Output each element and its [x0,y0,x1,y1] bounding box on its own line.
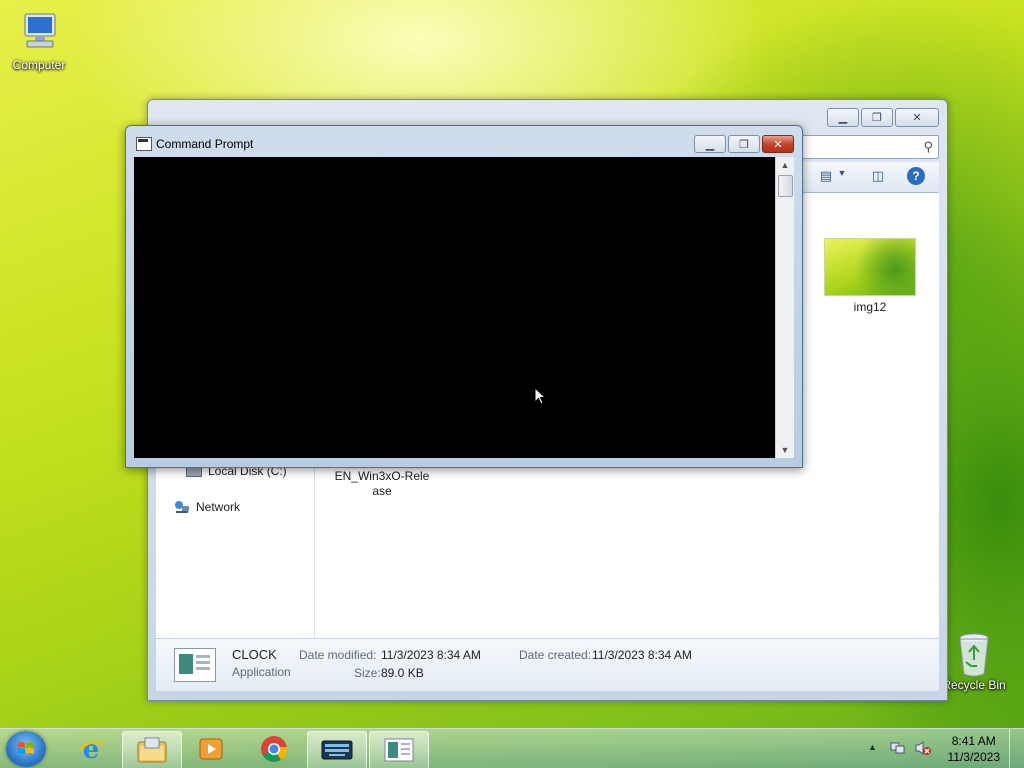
desktop-icon-label: Computer [12,58,66,72]
taskbar-file-explorer[interactable] [122,731,182,768]
application-icon [384,738,414,762]
media-player-icon [199,738,223,760]
details-created-value: 11/3/2023 8:34 AM [592,648,692,662]
vertical-scrollbar[interactable]: ▲ ▼ [775,157,794,458]
scroll-down-icon[interactable]: ▼ [776,442,794,458]
taskbar-chrome[interactable] [245,731,303,767]
restore-button[interactable]: ❐ [728,135,760,153]
taskbar-media-player[interactable] [182,731,240,767]
taskbar: e ▲ 8:41 AM 11/3/2023 [0,728,1024,768]
keyboard-icon [321,740,353,760]
minimize-button[interactable]: ▁ [827,108,859,127]
help-icon[interactable]: ? [907,167,925,185]
preview-pane-icon[interactable]: ◫ [869,168,887,184]
window-title: Command Prompt [156,137,254,151]
details-created-label: Date created: [519,648,592,662]
nav-item-label: Network [196,500,241,514]
network-tray-icon[interactable] [890,740,906,756]
taskbar-internet-explorer[interactable]: e [62,731,120,767]
details-modified-label: Date modified: [299,648,377,662]
start-button[interactable] [6,731,46,767]
chrome-icon [261,736,288,762]
desktop-icon-label: Recycle Bin [942,678,1006,692]
network-icon [174,500,190,514]
internet-explorer-icon: e [79,735,104,764]
explorer-window-controls: ▁ ❐ ✕ [827,108,939,127]
clock-time: 8:41 AM [951,734,996,748]
file-name: EN_Win3xO-Rele [334,469,430,483]
minimize-icon: ▁ [705,138,715,151]
image-thumbnail [824,238,916,296]
svg-text:e: e [83,735,100,764]
file-item-img12[interactable]: img12 [820,238,920,314]
details-pane: CLOCK Application Date modified: 11/3/20… [156,638,939,691]
restore-icon: ❐ [872,112,882,124]
taskbar-command-prompt[interactable] [307,731,367,768]
console-output[interactable] [134,157,775,458]
command-prompt-window[interactable]: Command Prompt ▁ ❐ ✕ ▲ ▼ [125,125,803,468]
recycle-bin-icon [952,630,996,677]
details-size-value: 89.0 KB [381,666,424,680]
details-size-label: Size: [354,666,381,680]
close-icon: ✕ [773,138,783,151]
restore-button[interactable]: ❐ [861,108,893,127]
mouse-pointer-icon [534,386,547,405]
nav-item-network[interactable]: Network [174,500,240,514]
show-desktop-button[interactable] [1009,729,1024,768]
desktop-icon-computer[interactable]: Computer [3,10,75,72]
close-icon: ✕ [912,112,922,124]
search-icon[interactable]: ⚲ [923,139,933,155]
taskbar-clock-app[interactable] [369,731,429,768]
file-name-continuation: ase [372,484,392,498]
details-file-type: Application [232,665,291,679]
console-icon[interactable] [136,137,152,151]
close-button[interactable]: ✕ [762,135,794,153]
details-file-name: CLOCK [232,647,277,662]
cmd-window-controls: ▁ ❐ ✕ [694,135,794,153]
folder-icon [137,737,167,763]
volume-muted-icon[interactable] [914,740,932,756]
file-item-en-win3xo-release[interactable]: EN_Win3xO-Rele ase [327,469,437,499]
chevron-down-icon[interactable]: ▼ [833,168,851,184]
close-button[interactable]: ✕ [895,108,939,127]
windows-logo-icon [18,742,34,754]
file-name: img12 [853,300,887,314]
details-modified-value: 11/3/2023 8:34 AM [381,648,481,662]
clock-date: 11/3/2023 [947,750,1001,764]
minimize-icon: ▁ [838,112,848,124]
show-hidden-icons-button[interactable]: ▲ [868,742,877,752]
application-icon [174,648,216,682]
restore-icon: ❐ [739,138,749,151]
minimize-button[interactable]: ▁ [694,135,726,153]
desktop-icon-recycle-bin[interactable]: Recycle Bin [938,630,1010,692]
scroll-thumb[interactable] [778,175,793,197]
computer-icon [17,10,61,54]
system-clock[interactable]: 8:41 AM 11/3/2023 [948,733,1001,765]
scroll-up-icon[interactable]: ▲ [776,157,794,173]
